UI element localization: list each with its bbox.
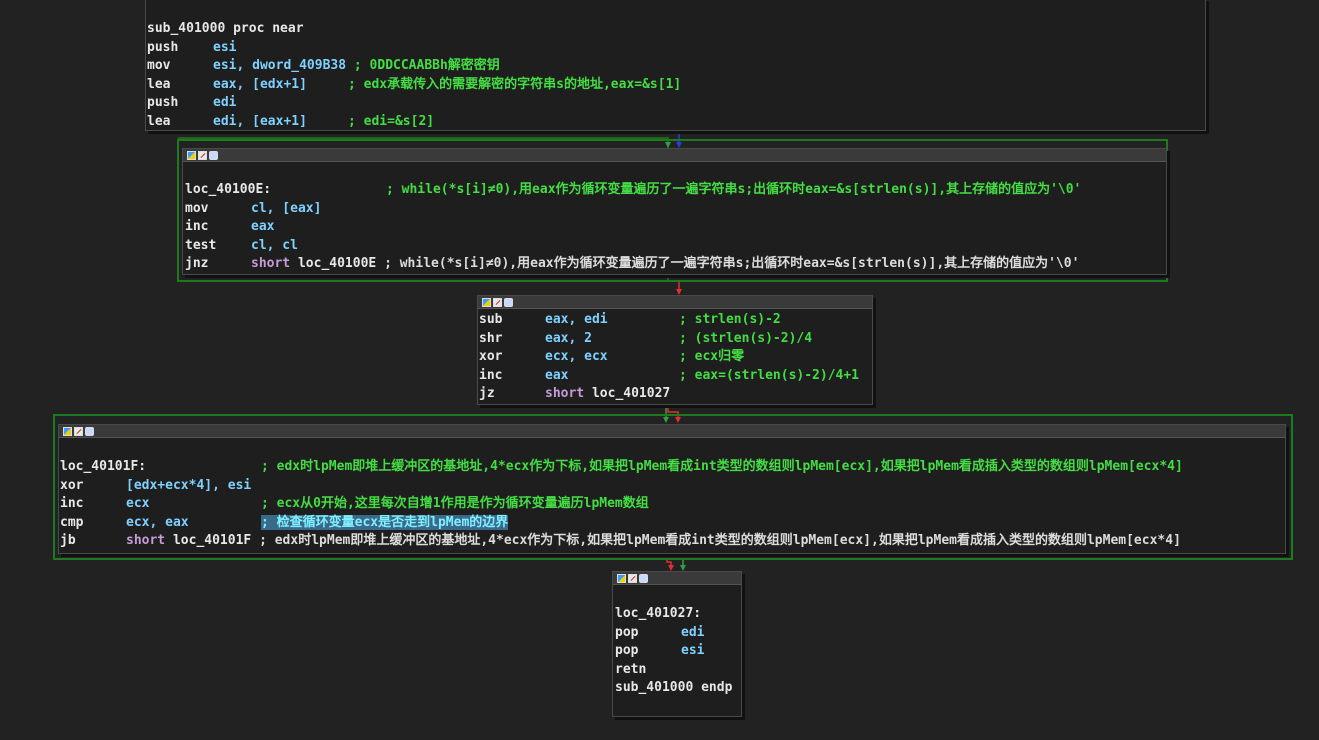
graph-color-icon[interactable] bbox=[187, 150, 196, 160]
asm-line: test cl, cl bbox=[185, 237, 298, 253]
asm-line: inc eax bbox=[185, 219, 275, 235]
block-header[interactable] bbox=[183, 149, 1166, 162]
asm-line: shr eax, 2; (strlen(s)-2)/4 bbox=[479, 330, 813, 346]
code-block-xor-loop-inner[interactable]: loc_40101F:; edx时lpMem即堆上缓冲区的基地址,4*ecx作为… bbox=[58, 424, 1286, 554]
graph-color-icon[interactable] bbox=[63, 426, 72, 436]
asm-line: cmp ecx, eax; 检查循环变量ecx是否走到lpMem的边界 bbox=[60, 514, 509, 530]
asm-line: xor ecx, ecx; ecx归零 bbox=[479, 349, 745, 365]
highlighted-comment[interactable]: ; 检查循环变量ecx是否走到lpMem的边界 bbox=[261, 514, 509, 530]
code-block-entry[interactable]: sub_401000 proc near push esi mov esi, dwo… bbox=[145, 0, 1206, 131]
block-header[interactable] bbox=[59, 425, 1285, 438]
edit-icon[interactable] bbox=[74, 426, 83, 436]
edit-icon[interactable] bbox=[198, 150, 207, 160]
group-icon[interactable] bbox=[209, 150, 218, 160]
asm-line: sub eax, edi; strlen(s)-2 bbox=[479, 312, 781, 327]
asm-line: inc eax; eax=(strlen(s)-2)/4+1 bbox=[479, 367, 860, 383]
asm-line: inc ecx; ecx从0开始,这里每次自增1作用是作为循环变量遍历lpMem数… bbox=[60, 496, 649, 512]
asm-line: jb short loc_40101F ; edx时lpMem即堆上缓冲区的基地址… bbox=[60, 533, 1181, 549]
asm-line: push esi bbox=[147, 39, 237, 55]
block-header[interactable] bbox=[478, 296, 872, 309]
proc-start-line: sub_401000 proc near bbox=[147, 21, 304, 36]
asm-label-line: loc_401027: bbox=[615, 606, 702, 621]
asm-line: jz short loc_401027 bbox=[479, 386, 671, 402]
asm-line: jnz short loc_40100E ; while(*s[i]≠0),用ea… bbox=[185, 256, 1080, 272]
asm-line: xor [edx+ecx*4], esi bbox=[60, 477, 252, 493]
asm-line: lea edi, [eax+1]; edi=&s[2] bbox=[147, 113, 435, 129]
code-block-loop-strlen-inner[interactable]: loc_40100E:; while(*s[i]≠0),用eax作为循环变量遍历… bbox=[182, 148, 1167, 275]
group-icon[interactable] bbox=[85, 426, 94, 436]
edit-icon[interactable] bbox=[628, 573, 637, 583]
edit-icon[interactable] bbox=[493, 297, 502, 307]
group-icon[interactable] bbox=[504, 297, 513, 307]
code-block-calc-count[interactable]: sub eax, edi; strlen(s)-2 shr eax, 2; (str… bbox=[477, 295, 873, 405]
asm-line: mov esi, dword_409B38 ; 0DDCCAABBh解密密钥 bbox=[147, 58, 500, 74]
asm-line: push edi bbox=[147, 95, 237, 111]
asm-line: retn bbox=[615, 661, 647, 677]
group-icon[interactable] bbox=[639, 573, 648, 583]
block-header[interactable] bbox=[613, 572, 741, 585]
asm-line: pop edi bbox=[615, 624, 705, 640]
asm-line: lea eax, [edx+1]; edx承载传入的需要解密的字符串s的地址,ea… bbox=[147, 76, 682, 92]
graph-color-icon[interactable] bbox=[482, 297, 491, 307]
code-block-exit[interactable]: loc_401027: pop edi pop esi retn sub_40100… bbox=[612, 571, 742, 717]
proc-end-line: sub_401000 endp bbox=[615, 680, 733, 696]
asm-line: mov cl, [eax] bbox=[185, 200, 322, 216]
asm-label-line: loc_40100E:; while(*s[i]≠0),用eax作为循环变量遍历… bbox=[185, 182, 1082, 197]
asm-label-line: loc_40101F:; edx时lpMem即堆上缓冲区的基地址,4*ecx作为… bbox=[60, 459, 1183, 474]
graph-color-icon[interactable] bbox=[617, 573, 626, 583]
asm-line: pop esi bbox=[615, 643, 705, 659]
